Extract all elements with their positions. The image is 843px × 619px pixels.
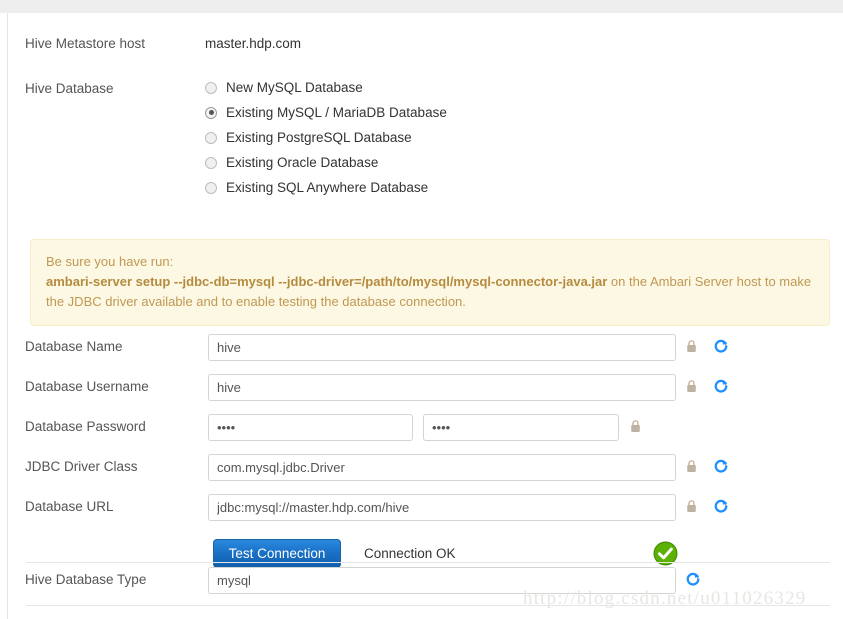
refresh-icon[interactable] [686, 572, 700, 587]
radio-option-existing-oracle[interactable]: Existing Oracle Database [205, 150, 447, 175]
connection-status-text: Connection OK [364, 546, 456, 561]
radio-option-existing-mysql-mariadb[interactable]: Existing MySQL / MariaDB Database [205, 100, 447, 125]
panel-content: Hive Metastore host master.hdp.com Hive … [7, 13, 843, 619]
radio-option-label: New MySQL Database [226, 80, 363, 95]
alert-intro-text: Be sure you have run: [46, 254, 174, 269]
refresh-icon[interactable] [714, 379, 728, 394]
lock-icon [631, 420, 640, 432]
database-password-input[interactable] [208, 414, 413, 441]
refresh-icon[interactable] [714, 499, 728, 514]
refresh-icon[interactable] [714, 459, 728, 474]
database-username-input[interactable] [208, 374, 676, 401]
radio-circle-selected-icon[interactable] [205, 106, 217, 119]
section-divider [26, 562, 830, 563]
hive-database-radio-group: New MySQL Database Existing MySQL / Mari… [205, 75, 447, 200]
jdbc-driver-class-label: JDBC Driver Class [25, 459, 138, 474]
database-url-input[interactable] [208, 494, 676, 521]
hive-database-type-label: Hive Database Type [25, 572, 147, 587]
top-gray-bar [0, 0, 843, 13]
database-password-confirm-input[interactable] [423, 414, 619, 441]
radio-option-label: Existing MySQL / MariaDB Database [226, 105, 447, 120]
jdbc-setup-alert: Be sure you have run: ambari-server setu… [30, 239, 830, 326]
radio-circle-icon[interactable] [205, 156, 217, 169]
radio-option-label: Existing SQL Anywhere Database [226, 180, 429, 195]
lock-icon [687, 500, 696, 512]
test-connection-button[interactable]: Test Connection [213, 539, 341, 568]
metastore-host-value: master.hdp.com [205, 36, 302, 51]
refresh-icon[interactable] [714, 339, 728, 354]
radio-option-existing-postgresql[interactable]: Existing PostgreSQL Database [205, 125, 447, 150]
radio-option-new-mysql[interactable]: New MySQL Database [205, 75, 447, 100]
radio-circle-icon[interactable] [205, 131, 217, 144]
radio-option-existing-sql-anywhere[interactable]: Existing SQL Anywhere Database [205, 175, 447, 200]
database-username-label: Database Username [25, 379, 149, 394]
database-url-label: Database URL [25, 499, 114, 514]
database-password-label: Database Password [25, 419, 146, 434]
database-name-label: Database Name [25, 339, 123, 354]
jdbc-driver-class-input[interactable] [208, 454, 676, 481]
alert-command-text: ambari-server setup --jdbc-db=mysql --jd… [46, 274, 608, 289]
hive-database-label: Hive Database [25, 81, 114, 96]
metastore-host-label: Hive Metastore host [25, 36, 146, 51]
radio-option-label: Existing PostgreSQL Database [226, 130, 412, 145]
radio-circle-icon[interactable] [205, 81, 217, 94]
database-name-input[interactable] [208, 334, 676, 361]
watermark-text: http://blog.csdn.net/u011026329 [523, 588, 807, 609]
radio-option-label: Existing Oracle Database [226, 155, 379, 170]
radio-circle-icon[interactable] [205, 181, 217, 194]
hive-database-config-panel: Hive Metastore host master.hdp.com Hive … [0, 13, 843, 619]
lock-icon [687, 340, 696, 352]
lock-icon [687, 380, 696, 392]
lock-icon [687, 460, 696, 472]
